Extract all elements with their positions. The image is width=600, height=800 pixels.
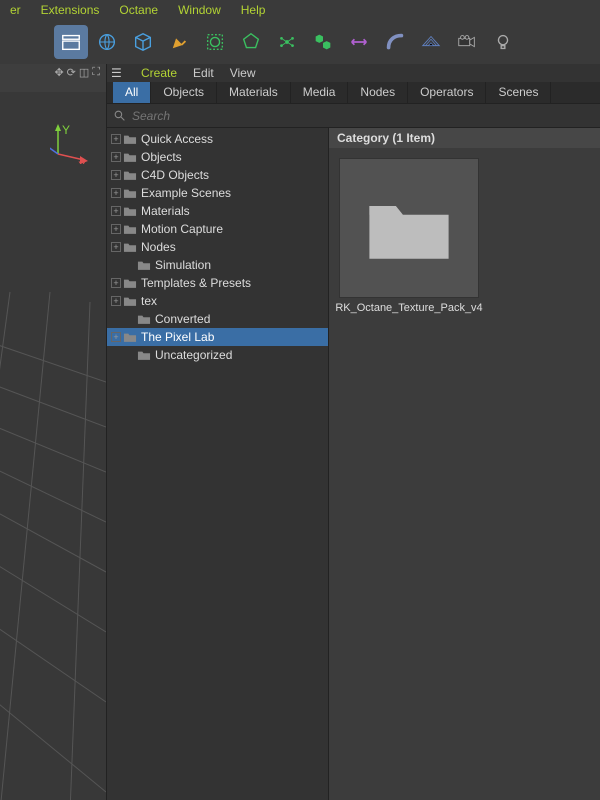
viewport-panel: ✥ ⟳ ◫ ⛶ Y X	[0, 64, 106, 800]
tab-nodes[interactable]: Nodes	[348, 82, 408, 103]
menu-er[interactable]: er	[0, 1, 31, 19]
pen-icon[interactable]	[162, 25, 196, 59]
search-icon[interactable]	[113, 109, 126, 122]
panel-menu: ☰ Create Edit View	[107, 64, 600, 82]
instance-icon[interactable]	[306, 25, 340, 59]
expand-icon[interactable]: +	[111, 170, 121, 180]
tree-item[interactable]: + tex	[107, 292, 328, 310]
expand-icon[interactable]: +	[111, 296, 121, 306]
asset-browser: ☰ Create Edit View All Objects Materials…	[106, 64, 600, 800]
panel-menu-edit[interactable]: Edit	[185, 64, 222, 82]
tree-item[interactable]: Uncategorized	[107, 346, 328, 364]
tab-all[interactable]: All	[113, 82, 151, 103]
folder-large-icon	[339, 158, 479, 298]
world-icon[interactable]	[90, 25, 124, 59]
asset-thumbnail[interactable]: RK_Octane_Texture_Pack_v4	[339, 158, 479, 314]
panel-menu-create[interactable]: Create	[133, 64, 185, 82]
tree-item-label: Nodes	[141, 240, 176, 254]
detail-panel: Category (1 Item) RK_Octane_Texture_Pack…	[329, 128, 600, 800]
tree-item-label: Quick Access	[141, 132, 213, 146]
viewport-mini-toolbar: ✥ ⟳ ◫ ⛶	[0, 64, 106, 80]
expand-icon[interactable]: +	[111, 242, 121, 252]
tree-item-label: Materials	[141, 204, 190, 218]
tree-item[interactable]: + Templates & Presets	[107, 274, 328, 292]
tab-operators[interactable]: Operators	[408, 82, 486, 103]
tree-item[interactable]: + Motion Capture	[107, 220, 328, 238]
detail-body: RK_Octane_Texture_Pack_v4	[329, 148, 600, 800]
menu-window[interactable]: Window	[168, 1, 231, 19]
search-row	[107, 104, 600, 128]
expand-icon[interactable]: +	[111, 134, 121, 144]
menu-help[interactable]: Help	[231, 1, 276, 19]
tree-item-label: The Pixel Lab	[141, 330, 214, 344]
bend-icon[interactable]	[378, 25, 412, 59]
tab-scenes[interactable]: Scenes	[486, 82, 551, 103]
tree-item-label: Uncategorized	[155, 348, 232, 362]
floor-icon[interactable]	[414, 25, 448, 59]
scale-icon[interactable]	[342, 25, 376, 59]
filter-tabs: All Objects Materials Media Nodes Operat…	[107, 82, 600, 104]
tree-item[interactable]: Simulation	[107, 256, 328, 274]
tree-item-label: Objects	[141, 150, 182, 164]
tree-item[interactable]: + Example Scenes	[107, 184, 328, 202]
tree-item[interactable]: Converted	[107, 310, 328, 328]
tree-item[interactable]: + The Pixel Lab	[107, 328, 328, 346]
tree-item-label: Converted	[155, 312, 210, 326]
tree-item[interactable]: + Objects	[107, 148, 328, 166]
maximize-icon[interactable]: ⛶	[92, 66, 100, 79]
asset-label: RK_Octane_Texture_Pack_v4	[335, 302, 482, 314]
main-menu-bar: er Extensions Octane Window Help	[0, 0, 600, 20]
expand-icon[interactable]: +	[111, 278, 121, 288]
tree-item[interactable]: + C4D Objects	[107, 166, 328, 184]
polygon-icon[interactable]	[234, 25, 268, 59]
subdiv-icon[interactable]	[198, 25, 232, 59]
main-toolbar	[0, 20, 600, 64]
tree-item[interactable]: + Materials	[107, 202, 328, 220]
tree-item-label: Example Scenes	[141, 186, 231, 200]
expand-icon[interactable]: +	[111, 152, 121, 162]
tree-item-label: Motion Capture	[141, 222, 223, 236]
viewport-grid	[0, 92, 106, 800]
tab-materials[interactable]: Materials	[217, 82, 291, 103]
viewport[interactable]: Y X	[0, 92, 106, 800]
browser-icon[interactable]	[54, 25, 88, 59]
move-icon[interactable]: ✥	[54, 66, 63, 79]
tree-item-label: C4D Objects	[141, 168, 209, 182]
menu-octane[interactable]: Octane	[109, 1, 168, 19]
expand-icon[interactable]: +	[111, 224, 121, 234]
menu-extensions[interactable]: Extensions	[31, 1, 110, 19]
tree-item-label: tex	[141, 294, 157, 308]
category-tree[interactable]: + Quick Access + Objects + C4D Objects + Exampl…	[107, 128, 329, 800]
tab-objects[interactable]: Objects	[151, 82, 217, 103]
detail-header: Category (1 Item)	[329, 128, 600, 148]
tree-item[interactable]: + Quick Access	[107, 130, 328, 148]
cube-icon[interactable]	[126, 25, 160, 59]
tree-item-label: Templates & Presets	[141, 276, 251, 290]
tab-media[interactable]: Media	[291, 82, 349, 103]
panel-menu-view[interactable]: View	[222, 64, 264, 82]
expand-icon[interactable]: +	[111, 188, 121, 198]
hamburger-icon[interactable]: ☰	[111, 66, 133, 80]
particles-icon[interactable]	[270, 25, 304, 59]
rotate-icon[interactable]: ⟳	[67, 66, 76, 79]
zoom-icon[interactable]: ◫	[79, 66, 89, 79]
search-input[interactable]	[132, 109, 594, 123]
light-icon[interactable]	[486, 25, 520, 59]
camera-icon[interactable]	[450, 25, 484, 59]
tree-item[interactable]: + Nodes	[107, 238, 328, 256]
expand-icon[interactable]: +	[111, 332, 121, 342]
expand-icon[interactable]: +	[111, 206, 121, 216]
tree-item-label: Simulation	[155, 258, 211, 272]
